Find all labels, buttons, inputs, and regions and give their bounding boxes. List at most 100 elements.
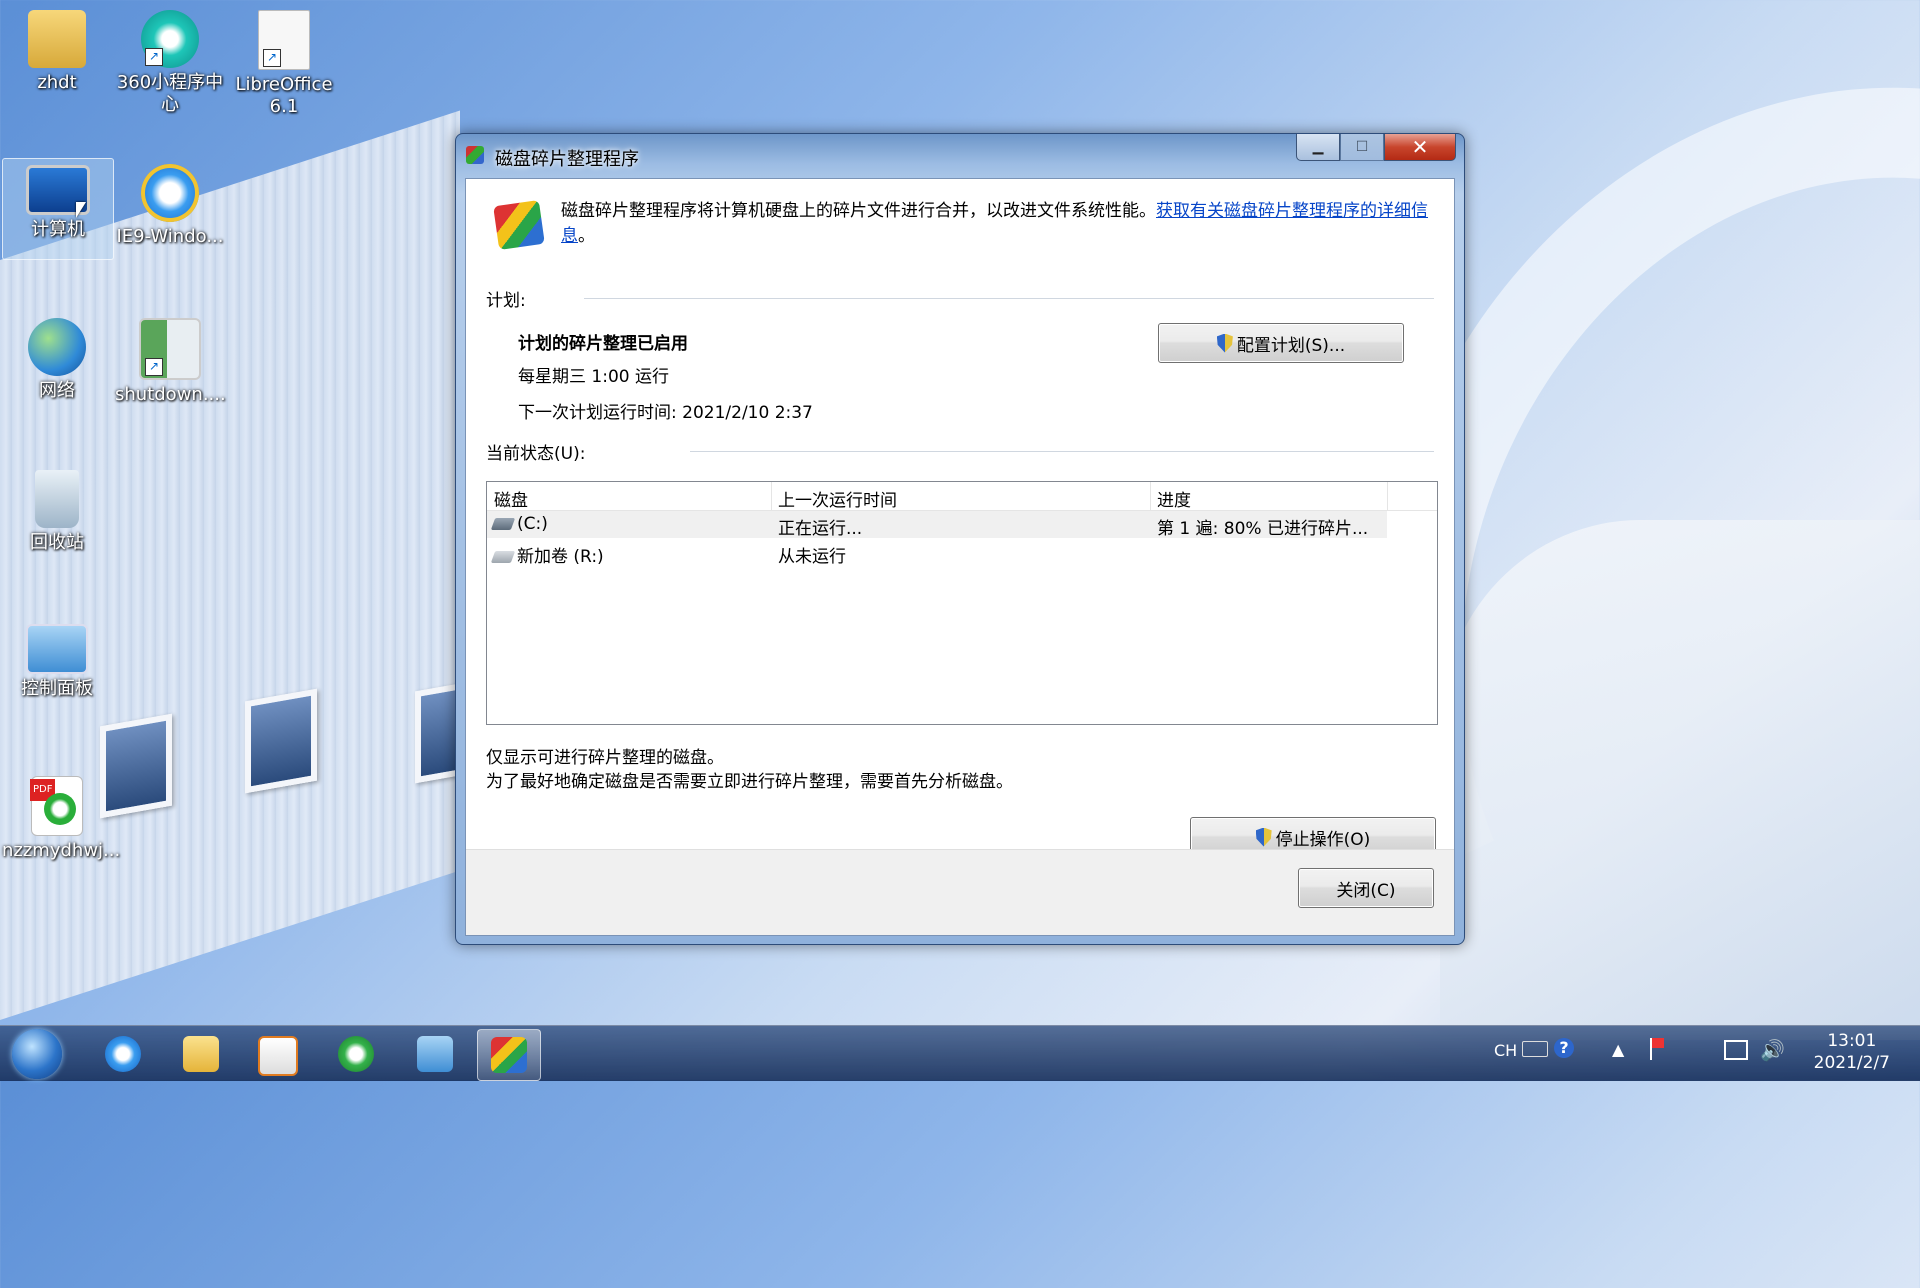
- close-button[interactable]: 关闭(C): [1298, 868, 1434, 908]
- desktop-icon-360-miniapp[interactable]: ↗ 360小程序中心: [115, 4, 225, 116]
- description-body: 磁盘碎片整理程序将计算机硬盘上的碎片文件进行合并，以改进文件系统性能。: [561, 201, 1156, 221]
- taskbar-browser[interactable]: [325, 1029, 387, 1079]
- pdf-ie-icon: PDF: [30, 776, 83, 836]
- taskbar-ie[interactable]: [92, 1029, 154, 1079]
- start-button[interactable]: [12, 1029, 62, 1079]
- desktop-icon-label: nzzmydhwj...: [2, 840, 121, 861]
- desktop-icon-zhdt[interactable]: zhdt: [2, 4, 112, 94]
- desktop-icon-computer[interactable]: 计算机: [2, 158, 114, 260]
- desktop-icon-label: 回收站: [30, 532, 84, 553]
- progress-cell: 第 1 遍: 80% 已进行碎片...: [1157, 519, 1369, 539]
- defrag-app-icon: [491, 1037, 527, 1073]
- green-browser-icon: [338, 1036, 374, 1072]
- taskbar-media-player[interactable]: [245, 1029, 307, 1079]
- taskbar-explorer[interactable]: [170, 1029, 232, 1079]
- desktop-icon-ie9[interactable]: IE9-Windo...: [115, 158, 225, 248]
- configure-schedule-label: 配置计划(S)...: [1236, 335, 1346, 356]
- disk-cell: 新加卷 (R:): [490, 542, 604, 567]
- schedule-frequency: 每星期三 1:00 运行: [518, 367, 669, 387]
- user-folder-icon: [28, 10, 86, 68]
- desktop-icon-recycle-bin[interactable]: 回收站: [2, 464, 112, 554]
- close-window-button[interactable]: ✕: [1384, 134, 1456, 161]
- schedule-label: 计划:: [486, 291, 526, 311]
- dialog-footer: 关闭(C): [466, 849, 1454, 935]
- minimize-icon: ▁: [1312, 139, 1324, 155]
- last-run-cell: 正在运行...: [778, 519, 863, 539]
- defrag-app-icon: [466, 146, 484, 164]
- action-center-flag-icon[interactable]: [1650, 1038, 1670, 1060]
- last-run-cell: 从未运行: [778, 547, 846, 567]
- keyboard-icon[interactable]: [1522, 1041, 1548, 1057]
- maximize-button[interactable]: ☐: [1340, 134, 1384, 161]
- column-divider[interactable]: [1387, 482, 1388, 510]
- column-header-disk[interactable]: 磁盘: [494, 486, 528, 511]
- wallpaper-window: [245, 688, 317, 794]
- note-defraggable-only: 仅显示可进行碎片整理的磁盘。: [486, 748, 724, 768]
- desktop-icon-label: 360小程序中心: [116, 72, 224, 115]
- column-divider[interactable]: [1150, 482, 1151, 510]
- current-status-label: 当前状态(U):: [486, 444, 586, 464]
- column-header-last-run[interactable]: 上一次运行时间: [778, 486, 897, 511]
- disk-cell: (C:): [490, 514, 548, 534]
- clock-time: 13:01: [1827, 1031, 1877, 1051]
- wallpaper-building-right: [1440, 520, 1920, 1040]
- uac-shield-icon: [1216, 333, 1233, 353]
- document-icon: ↗: [258, 10, 310, 70]
- control-panel-icon: [417, 1036, 453, 1072]
- drive-icon: [490, 551, 516, 563]
- language-indicator[interactable]: CH: [1494, 1041, 1517, 1060]
- minimize-button[interactable]: ▁: [1296, 134, 1340, 161]
- table-row[interactable]: 新加卷 (R:) 从未运行: [487, 539, 1387, 567]
- desktop-icon-control-panel[interactable]: 控制面板: [2, 618, 112, 700]
- disk-list[interactable]: 磁盘 上一次运行时间 进度 (C:) 正在运行... 第 1 遍: 80% 已进…: [486, 481, 1438, 725]
- column-divider[interactable]: [771, 482, 772, 510]
- schedule-separator: [584, 298, 1434, 299]
- internet-explorer-icon: [105, 1036, 141, 1072]
- taskbar-clock[interactable]: 13:01 2021/2/7: [1814, 1030, 1890, 1074]
- desktop-icon-label: IE9-Windo...: [116, 226, 224, 247]
- desktop-icon-label: 计算机: [31, 219, 85, 240]
- desktop-icon-libreoffice[interactable]: ↗ LibreOffice 6.1: [229, 4, 339, 118]
- desktop-icon-network[interactable]: 网络: [2, 312, 112, 402]
- stop-operation-label: 停止操作(O): [1275, 829, 1371, 850]
- desktop-icon-label: zhdt: [37, 72, 77, 93]
- network-icon[interactable]: [1724, 1040, 1748, 1060]
- mouse-cursor-icon: [76, 202, 86, 218]
- desktop-icon-pdf-file[interactable]: PDF nzzmydhwj...: [2, 770, 121, 862]
- taskbar-defrag[interactable]: [477, 1029, 541, 1081]
- description-text: 磁盘碎片整理程序将计算机硬盘上的碎片文件进行合并，以改进文件系统性能。获取有关磁…: [561, 199, 1431, 249]
- configure-schedule-button[interactable]: 配置计划(S)...: [1158, 323, 1404, 363]
- screenshot-thumbnail-icon: ↗: [139, 318, 201, 380]
- description-end: 。: [578, 226, 595, 246]
- note-analyze-first: 为了最好地确定磁盘是否需要立即进行碎片整理，需要首先分析磁盘。: [486, 772, 1013, 792]
- window-title: 磁盘碎片整理程序: [495, 149, 639, 170]
- close-button-label: 关闭(C): [1336, 880, 1396, 901]
- volume-icon[interactable]: 🔊: [1760, 1038, 1785, 1062]
- desktop-icon-shutdown[interactable]: ↗ shutdown....: [115, 312, 226, 406]
- taskbar-control-panel[interactable]: [404, 1029, 466, 1079]
- column-header-progress[interactable]: 进度: [1157, 486, 1191, 511]
- status-separator: [690, 451, 1434, 452]
- close-icon: ✕: [1411, 135, 1429, 159]
- internet-explorer-icon: [141, 164, 199, 222]
- uac-shield-icon: [1255, 827, 1272, 847]
- media-player-icon: [258, 1036, 298, 1076]
- show-hidden-icons-icon[interactable]: ▲: [1612, 1040, 1624, 1059]
- title-bar[interactable]: 磁盘碎片整理程序 ▁ ☐ ✕: [456, 134, 1464, 174]
- schedule-next-run: 下一次计划运行时间: 2021/2/10 2:37: [518, 403, 813, 423]
- network-globe-icon: [28, 318, 86, 376]
- flag-red-icon: [1652, 1038, 1664, 1048]
- control-panel-icon: [26, 624, 88, 674]
- dialog-client-area: 磁盘碎片整理程序将计算机硬盘上的碎片文件进行合并，以改进文件系统性能。获取有关磁…: [465, 178, 1455, 936]
- table-row[interactable]: (C:) 正在运行... 第 1 遍: 80% 已进行碎片...: [487, 511, 1387, 539]
- desktop-icon-label: 控制面板: [21, 678, 93, 699]
- help-icon[interactable]: ?: [1554, 1038, 1574, 1058]
- disk-name: 新加卷 (R:): [517, 547, 604, 567]
- desktop-icon-label: 网络: [39, 380, 75, 401]
- defrag-dialog: 磁盘碎片整理程序 ▁ ☐ ✕ 磁盘碎片整理程序将计算机硬盘上的碎片文件进行合并，…: [455, 133, 1465, 945]
- schedule-status: 计划的碎片整理已启用: [518, 334, 688, 354]
- system-drive-icon: [490, 518, 516, 530]
- maximize-icon: ☐: [1355, 139, 1369, 155]
- 360-icon: ↗: [141, 10, 199, 68]
- desktop-icon-label: shutdown....: [115, 384, 226, 405]
